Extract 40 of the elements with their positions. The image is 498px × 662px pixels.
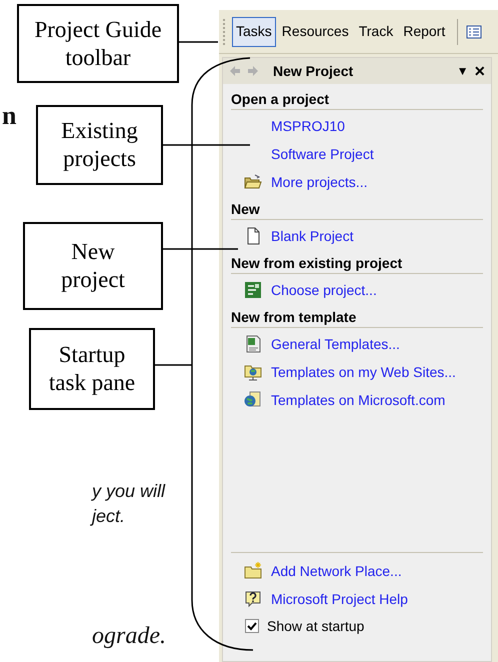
close-button[interactable]: × xyxy=(474,62,485,80)
toolbar-tab[interactable]: Track xyxy=(354,16,398,46)
pane-title: New Project xyxy=(273,62,354,81)
task-link[interactable]: Templates on Microsoft.com xyxy=(271,390,446,410)
help-icon xyxy=(243,589,263,609)
callout-text: projects xyxy=(63,145,136,173)
toolbar-grip-icon xyxy=(223,18,226,44)
callout-text: project xyxy=(61,266,125,294)
task-link[interactable]: More projects... xyxy=(271,172,368,192)
toolbar-tab[interactable]: Tasks xyxy=(232,16,276,46)
section-heading: New xyxy=(231,200,483,220)
document-text: y you will xyxy=(92,480,166,503)
task-link[interactable]: Software Project xyxy=(271,144,374,164)
section-heading: Open a project xyxy=(231,90,483,110)
document-text: ject. xyxy=(92,505,126,528)
task-link[interactable]: General Templates... xyxy=(271,334,400,354)
callout-text: Startup xyxy=(58,341,126,369)
section-heading: New from template xyxy=(231,308,483,328)
toolbar-tab[interactable]: Report xyxy=(399,16,450,46)
section-heading: New from existing project xyxy=(231,254,483,274)
task-link[interactable]: Microsoft Project Help xyxy=(271,588,408,610)
project-file-icon xyxy=(243,280,263,300)
task-link[interactable]: Templates on my Web Sites... xyxy=(271,362,456,382)
callout-text: Existing xyxy=(61,117,138,145)
task-link[interactable]: Add Network Place... xyxy=(271,560,402,582)
task-link[interactable]: Choose project... xyxy=(271,280,377,300)
document-text: ograde. xyxy=(92,622,166,651)
callout-text: toolbar xyxy=(65,44,131,72)
task-link[interactable]: MSPROJ10 xyxy=(271,116,345,136)
callout-text: Project Guide xyxy=(34,16,162,44)
task-link[interactable]: Blank Project xyxy=(271,226,354,246)
list-view-icon[interactable] xyxy=(466,24,482,40)
new-folder-icon xyxy=(243,561,263,581)
startup-checkbox[interactable] xyxy=(245,619,259,633)
checkbox-label: Show at startup xyxy=(267,616,364,636)
callout-text: New xyxy=(71,238,115,266)
callout-text: task pane xyxy=(48,369,136,397)
document-text: n xyxy=(2,100,16,132)
toolbar-tab[interactable]: Resources xyxy=(278,16,353,46)
pane-menu-button[interactable]: ▼ xyxy=(456,62,468,80)
